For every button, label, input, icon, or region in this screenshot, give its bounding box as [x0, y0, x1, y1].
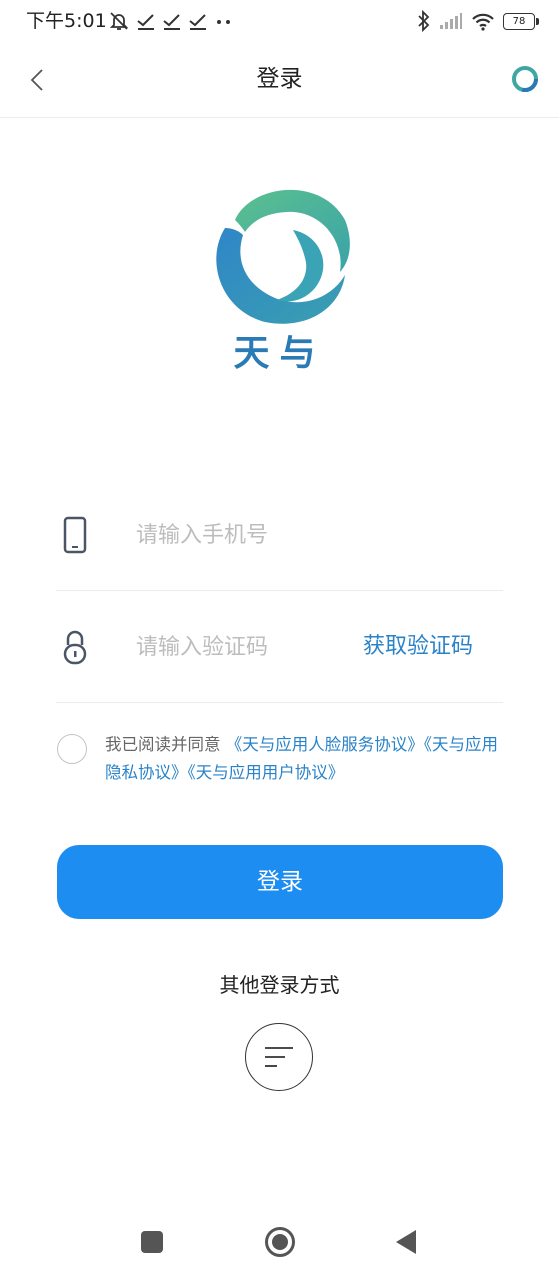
code-input[interactable] [136, 625, 356, 669]
app-logo-small-icon[interactable] [508, 62, 542, 96]
phone-field-icon-wrap [58, 480, 92, 590]
wifi-icon [472, 13, 494, 31]
app-logo-icon [216, 189, 350, 324]
agreement-text: 我已阅读并同意 《天与应用人脸服务协议》《天与应用隐私协议》《天与应用用户协议》 [105, 731, 505, 787]
more-dots-icon [217, 20, 230, 24]
battery-indicator: 78 [503, 12, 539, 30]
agreement-prefix: 我已阅读并同意 [105, 735, 221, 754]
check-icon [137, 14, 154, 30]
check-icon [189, 14, 206, 30]
user-agreement-link[interactable]: 《天与应用用户协议》 [188, 763, 345, 782]
status-time: 下午5:01 [26, 10, 107, 32]
other-login-button[interactable] [245, 1023, 313, 1091]
back-nav-icon[interactable] [392, 1228, 420, 1256]
status-system-icons: 78 [417, 9, 539, 33]
system-nav-bar [0, 1200, 559, 1280]
phone-input[interactable] [136, 513, 356, 557]
home-icon[interactable] [264, 1226, 296, 1258]
check-icon [163, 14, 180, 30]
get-code-button[interactable]: 获取验证码 [363, 625, 473, 669]
phone-icon [63, 516, 87, 554]
lock-icon [63, 630, 87, 665]
page-title: 登录 [256, 66, 303, 92]
bell-muted-icon [109, 12, 129, 30]
face-service-agreement-link[interactable]: 《天与应用人脸服务协议》 [226, 735, 424, 754]
other-login-label: 其他登录方式 [219, 973, 340, 997]
menu-lines-icon [265, 1047, 293, 1067]
login-button[interactable]: 登录 [57, 845, 503, 919]
status-notification-icons [108, 10, 234, 32]
agree-checkbox[interactable] [57, 734, 87, 764]
bluetooth-icon [418, 10, 430, 32]
code-field-row: 获取验证码 [56, 592, 503, 703]
recent-apps-icon[interactable] [138, 1228, 166, 1256]
status-bar: 下午5:01 78 [0, 0, 559, 42]
nav-bar: 登录 [0, 42, 559, 118]
signal-icon [440, 13, 462, 29]
app-name: 天与 [233, 333, 326, 374]
phone-field-row [56, 480, 503, 591]
lock-field-icon-wrap [58, 592, 92, 702]
